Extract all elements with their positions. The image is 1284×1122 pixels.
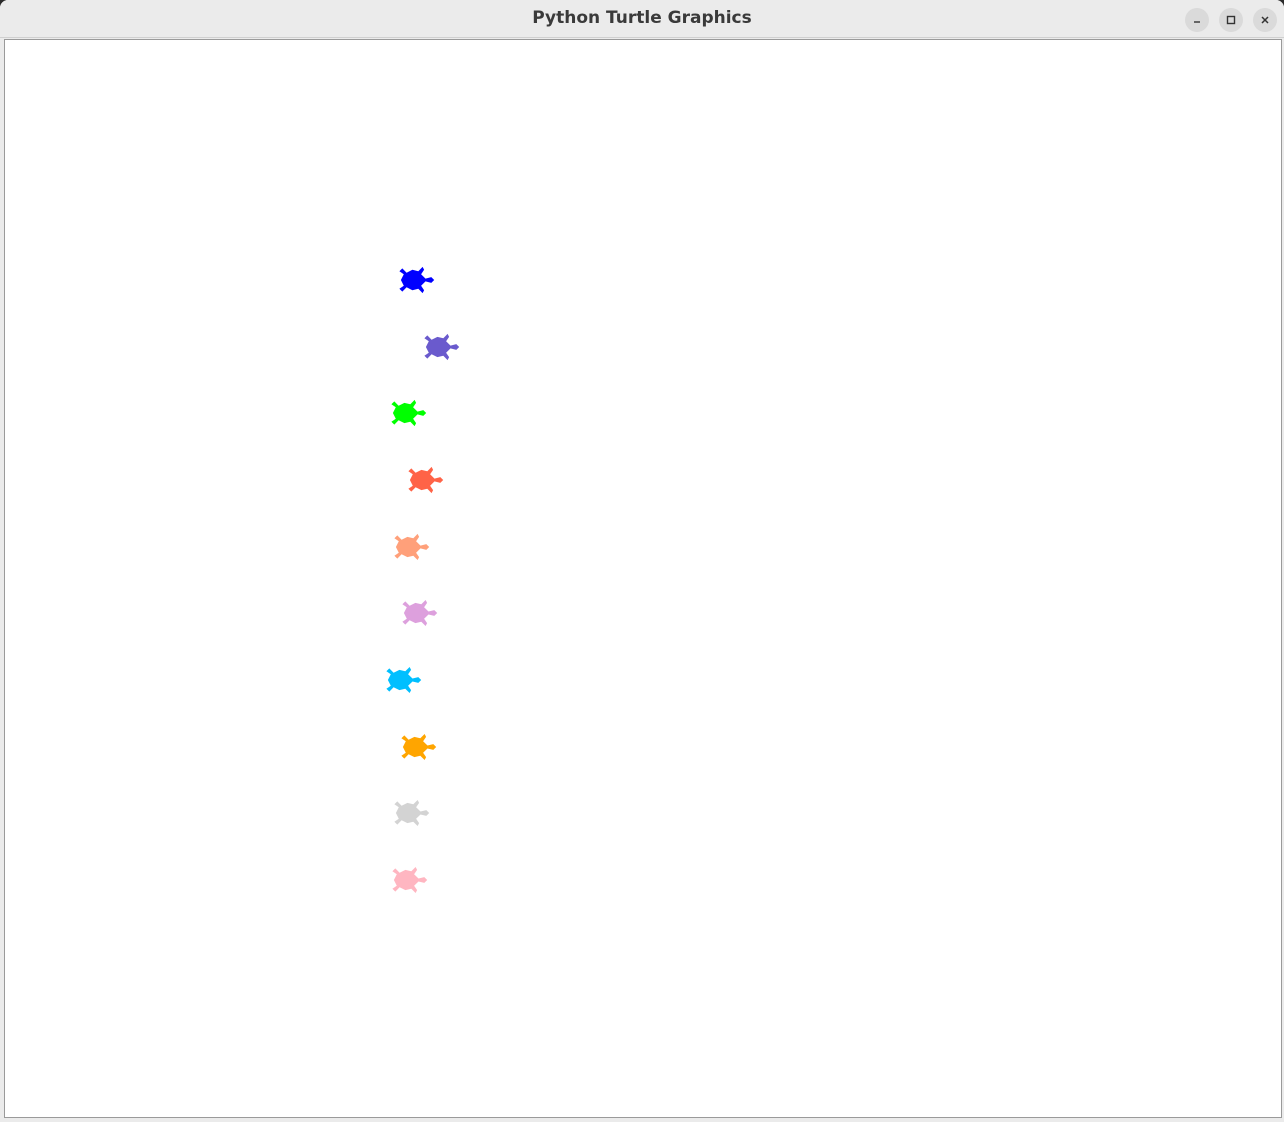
close-icon	[1261, 16, 1269, 24]
turtle-3	[391, 399, 427, 427]
turtle-7	[386, 667, 422, 693]
turtle-graphics-window: Python Turtle Graphics	[0, 0, 1284, 1122]
minimize-button[interactable]	[1185, 8, 1209, 32]
close-button[interactable]	[1253, 8, 1277, 32]
turtle-5	[394, 533, 430, 560]
turtle-6	[402, 600, 438, 626]
maximize-icon	[1226, 15, 1236, 25]
turtle-9	[394, 800, 430, 826]
window-title: Python Turtle Graphics	[532, 8, 752, 28]
turtle-2	[424, 333, 460, 361]
turtle-4	[408, 466, 444, 494]
maximize-button[interactable]	[1219, 8, 1243, 32]
turtle-drawing-area	[386, 266, 460, 893]
minimize-icon	[1194, 21, 1200, 23]
turtle-10	[392, 867, 428, 893]
turtle-1	[399, 266, 435, 294]
title-bar[interactable]: Python Turtle Graphics	[0, 0, 1284, 38]
turtle-canvas[interactable]	[4, 39, 1282, 1118]
turtle-8	[401, 734, 437, 760]
